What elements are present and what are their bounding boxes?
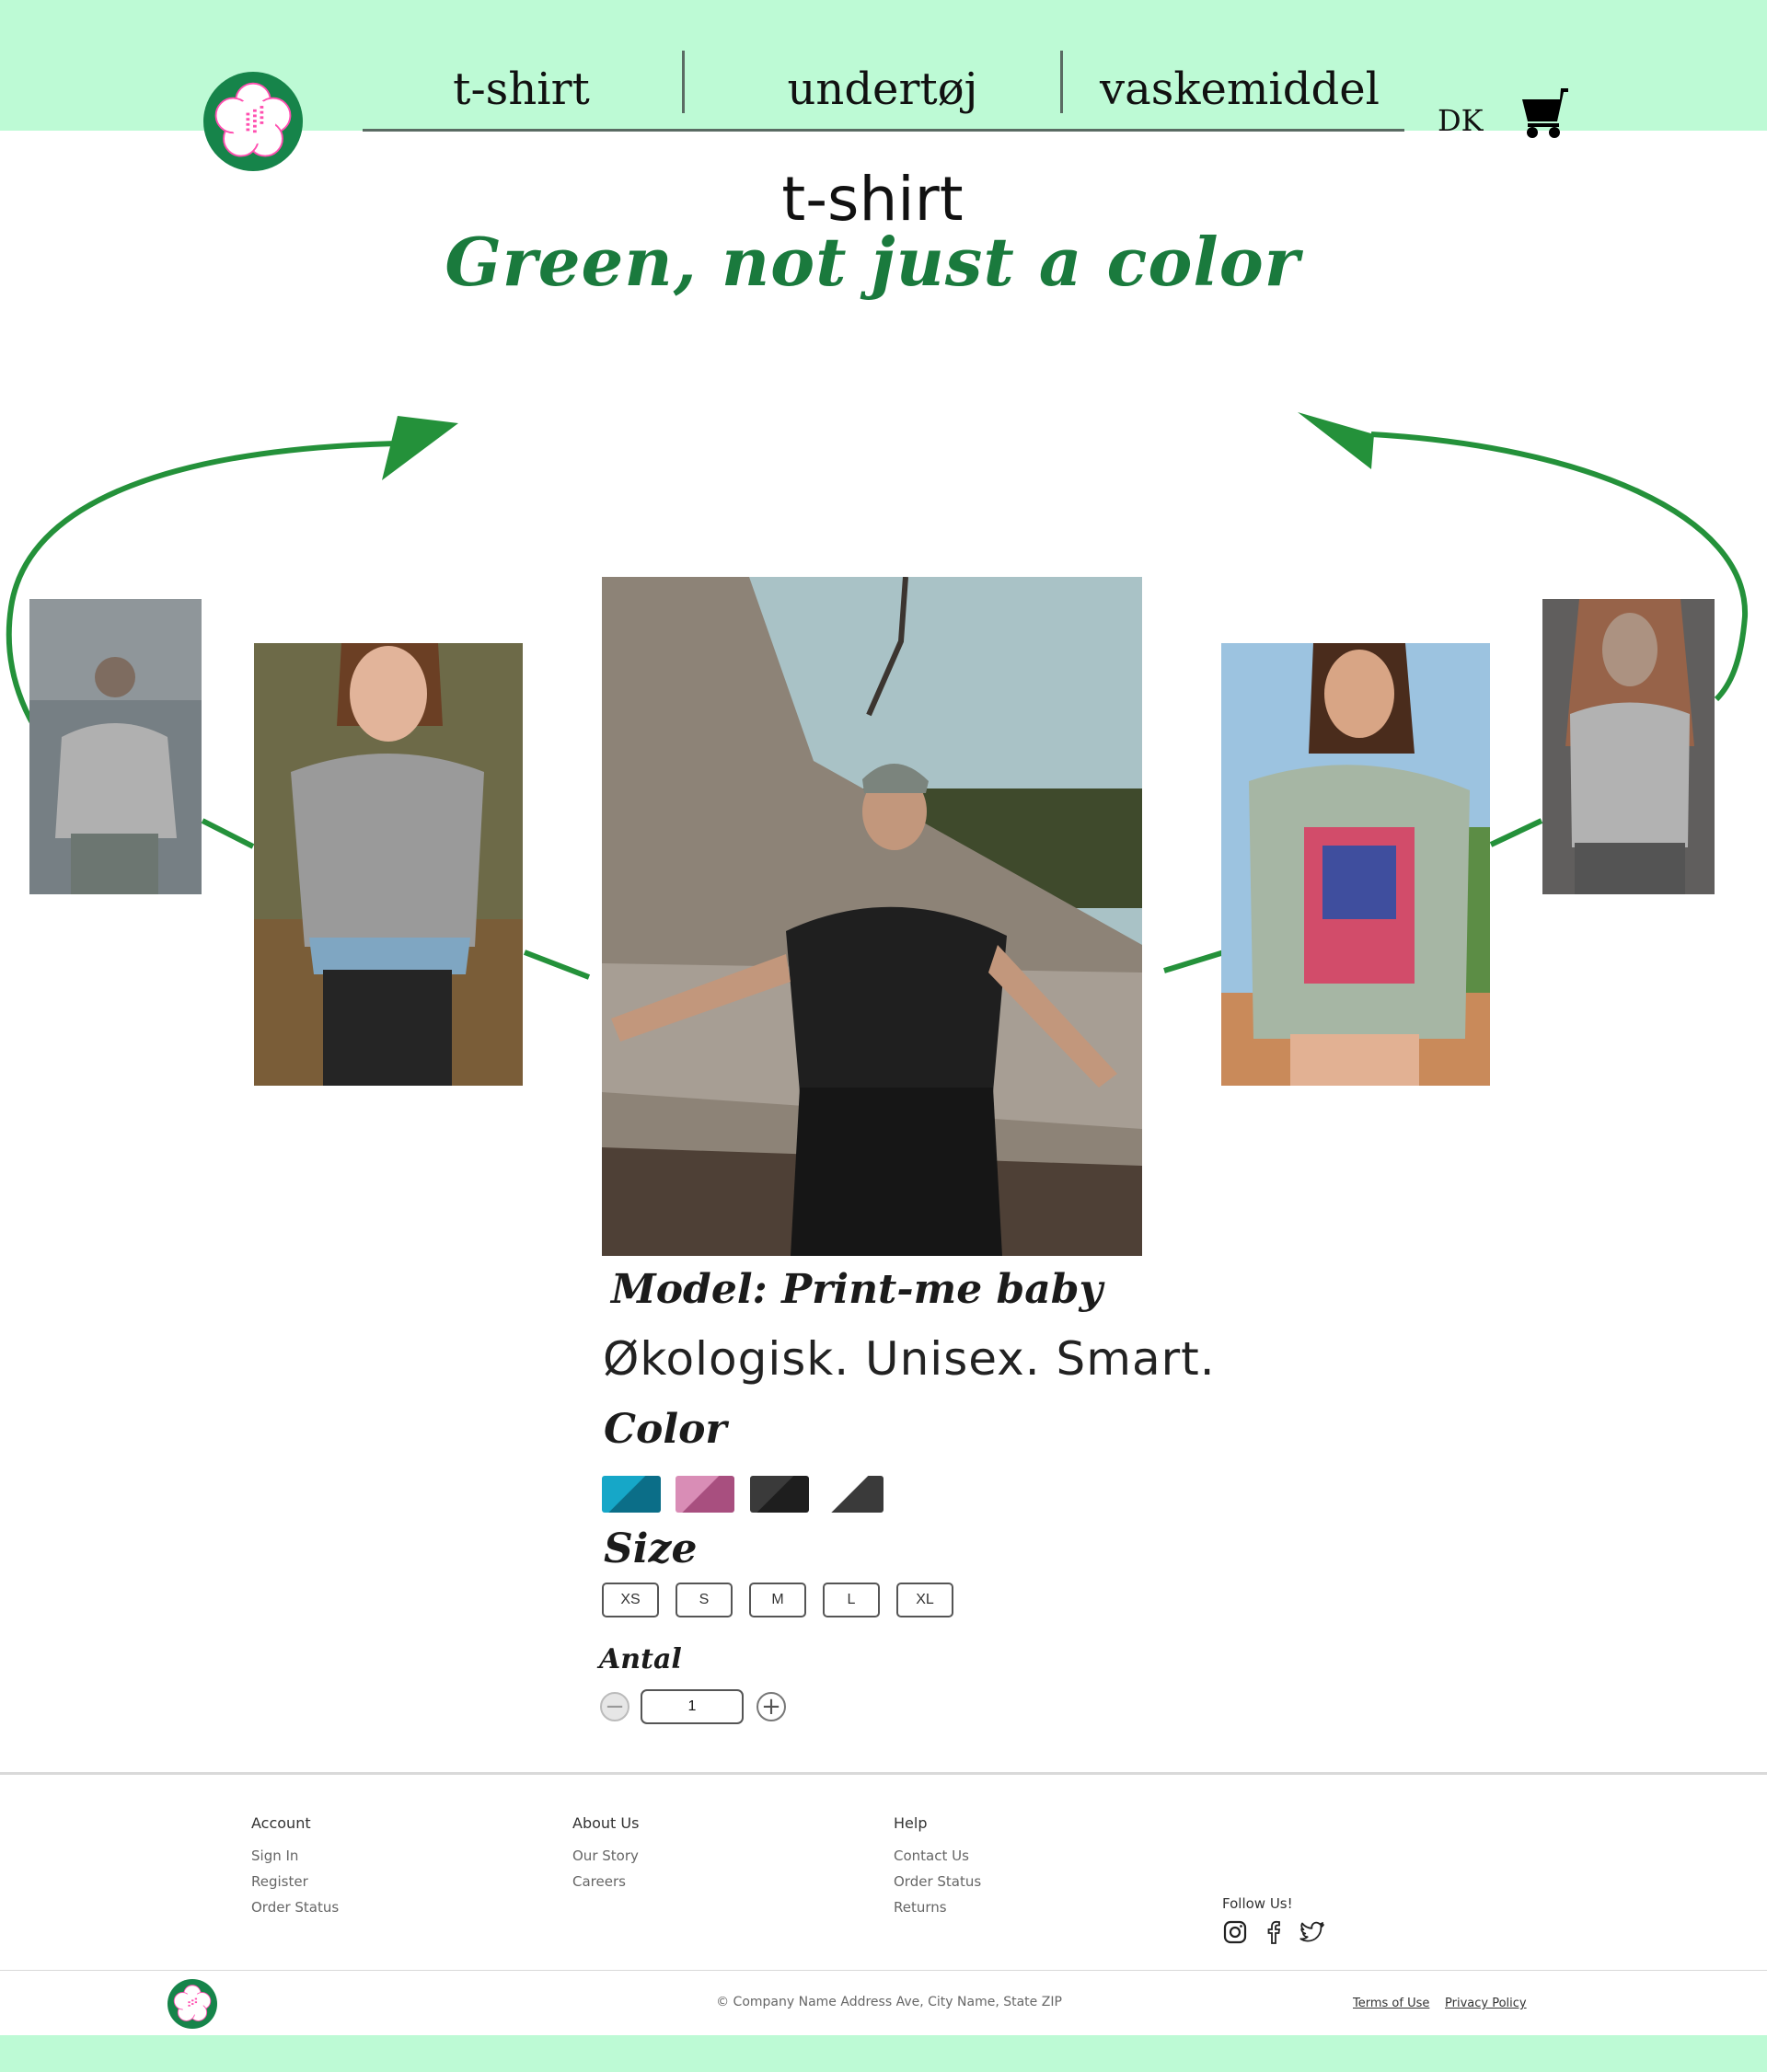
footer-link-order-status-help[interactable]: Order Status <box>894 1873 981 1890</box>
color-swatch-black[interactable] <box>750 1476 809 1513</box>
cart-button[interactable] <box>1517 86 1568 140</box>
footer-link-register[interactable]: Register <box>251 1873 308 1890</box>
nav-undertoej[interactable]: undertøj <box>738 57 1027 121</box>
photo-man-black-tee-image <box>602 577 1142 1256</box>
carousel-photo-2[interactable] <box>254 643 523 1086</box>
carousel-photo-1[interactable] <box>29 599 202 894</box>
color-swatch-pink[interactable] <box>676 1476 734 1513</box>
color-label: Color <box>604 1406 727 1453</box>
size-xl-button[interactable]: XL <box>896 1583 953 1617</box>
nav-separator <box>682 51 685 113</box>
size-l-button[interactable]: L <box>823 1583 880 1617</box>
carousel-photo-main[interactable] <box>602 577 1142 1256</box>
page-subtitle: Green, not just a color <box>445 223 1300 301</box>
photo-woman-white-tee-image <box>1542 599 1715 894</box>
size-label: Size <box>604 1525 698 1572</box>
twitter-link[interactable] <box>1299 1919 1325 1945</box>
footer-logo[interactable] <box>167 1979 217 2029</box>
footer-link-careers[interactable]: Careers <box>572 1873 626 1890</box>
quantity-label: Antal <box>599 1643 682 1675</box>
color-swatch-blue[interactable] <box>602 1476 661 1513</box>
nav-vaskemiddel[interactable]: vaskemiddel <box>1086 57 1393 121</box>
carousel-photo-4[interactable] <box>1221 643 1490 1086</box>
terms-of-use-link[interactable]: Terms of Use <box>1353 1997 1429 2010</box>
quantity-increase-button[interactable]: + <box>756 1692 786 1721</box>
footer-heading-account: Account <box>251 1814 311 1832</box>
nav-underline <box>363 129 1404 132</box>
photo-woman-graphic-tee-image <box>1221 643 1490 1086</box>
footer-link-our-story[interactable]: Our Story <box>572 1848 639 1864</box>
copyright-text: © Company Name Address Ave, City Name, S… <box>716 1995 1062 2009</box>
instagram-link[interactable] <box>1222 1919 1248 1945</box>
bottom-band <box>0 2035 1767 2072</box>
footer-divider <box>0 1772 1767 1775</box>
photo-woman-grey-tee-image <box>254 643 523 1086</box>
privacy-policy-link[interactable]: Privacy Policy <box>1445 1997 1527 2010</box>
footer-bottom-divider <box>0 1970 1767 1971</box>
follow-us-label: Follow Us! <box>1222 1895 1293 1912</box>
carousel-photo-5[interactable] <box>1542 599 1715 894</box>
arrow-head-right <box>1298 412 1374 469</box>
language-switch[interactable]: DK <box>1438 103 1484 138</box>
quantity-input[interactable] <box>641 1689 744 1724</box>
twitter-icon <box>1299 1921 1324 1942</box>
product-model: Model: Print-me baby <box>611 1266 1103 1313</box>
sakura-logo-icon <box>173 1985 212 2021</box>
nav-separator <box>1060 51 1063 113</box>
size-xs-button[interactable]: XS <box>602 1583 659 1617</box>
cart-icon <box>1522 88 1568 138</box>
footer-link-order-status[interactable]: Order Status <box>251 1899 339 1916</box>
product-tagline: Økologisk. Unisex. Smart. <box>603 1332 1216 1386</box>
footer-link-contact-us[interactable]: Contact Us <box>894 1848 969 1864</box>
footer-link-returns[interactable]: Returns <box>894 1899 947 1916</box>
footer-heading-help: Help <box>894 1814 928 1832</box>
logo[interactable] <box>203 72 303 171</box>
facebook-icon <box>1267 1920 1281 1944</box>
facebook-link[interactable] <box>1261 1919 1287 1945</box>
photo-man-back-image <box>29 599 202 894</box>
quantity-decrease-button[interactable]: − <box>600 1692 629 1721</box>
arrow-head-left <box>382 416 458 480</box>
size-m-button[interactable]: M <box>749 1583 806 1617</box>
color-swatch-white[interactable] <box>825 1476 884 1513</box>
nav-tshirt[interactable]: t-shirt <box>377 57 665 121</box>
sakura-logo-icon <box>214 82 292 157</box>
size-s-button[interactable]: S <box>676 1583 733 1617</box>
footer-link-sign-in[interactable]: Sign In <box>251 1848 298 1864</box>
instagram-icon <box>1223 1920 1247 1944</box>
footer-heading-about: About Us <box>572 1814 640 1832</box>
